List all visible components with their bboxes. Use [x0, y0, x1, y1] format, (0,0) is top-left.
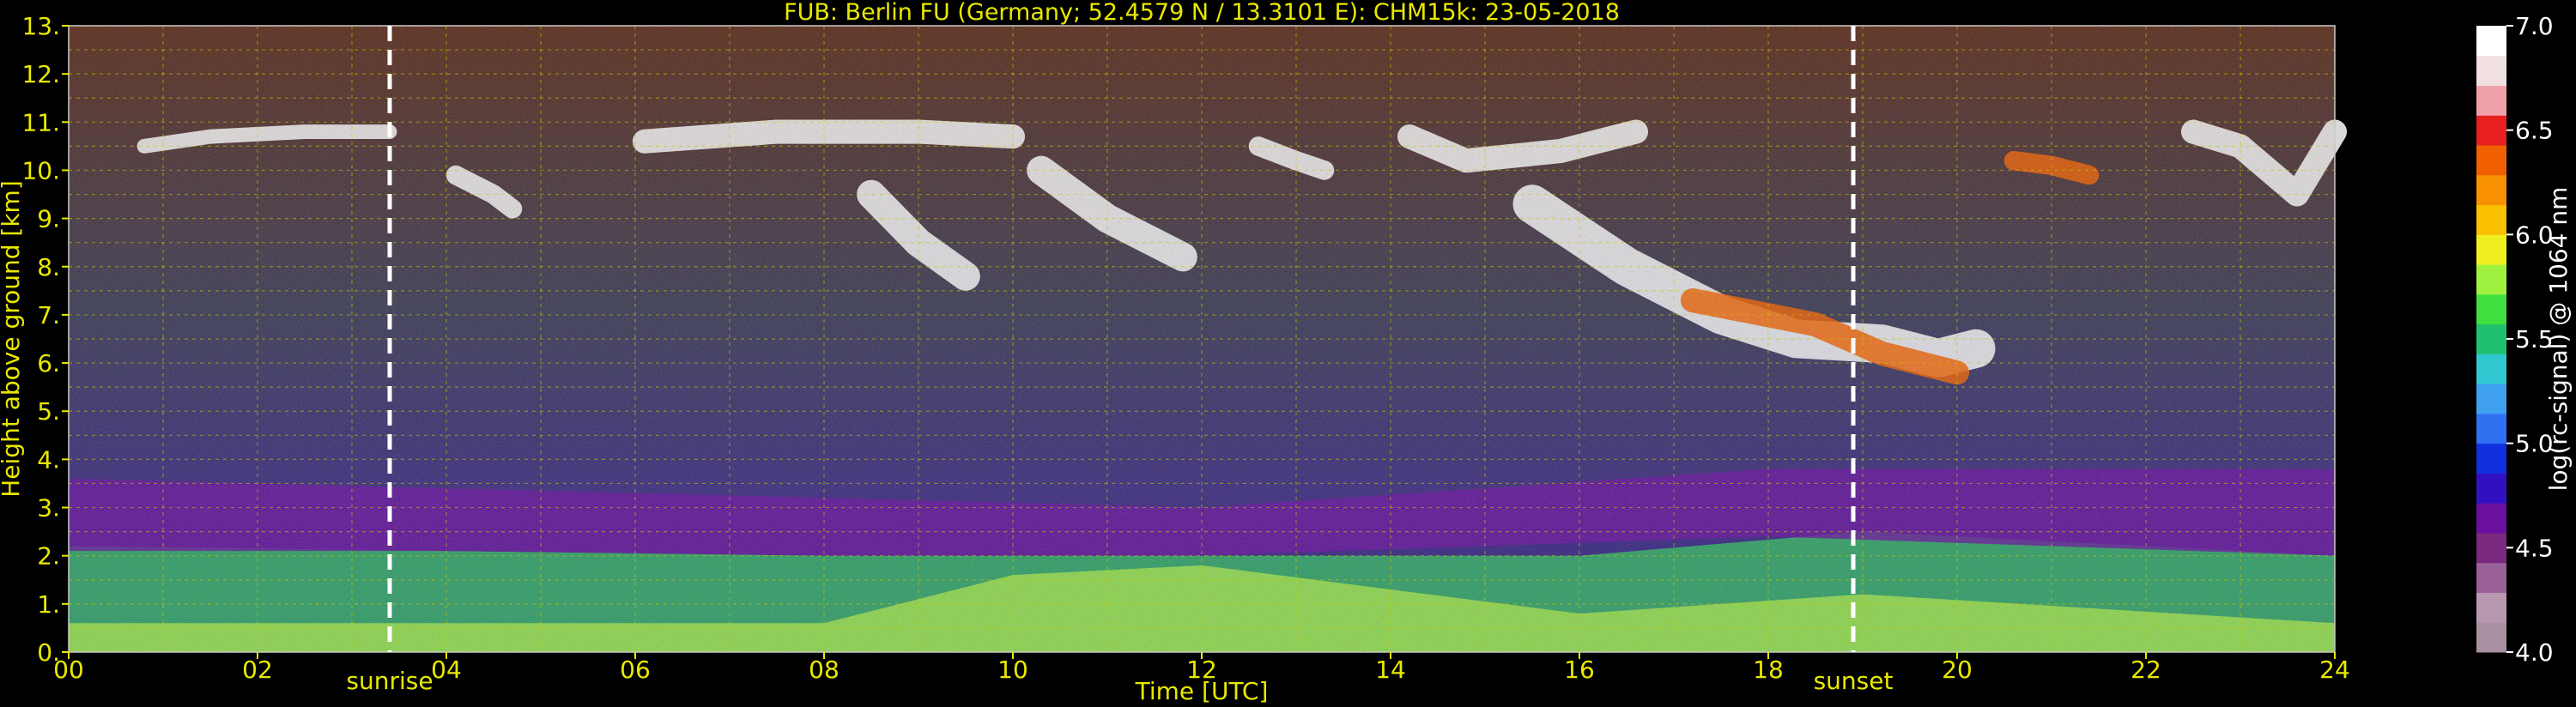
- colorbar-label: log(rc-signal) @ 1064 nm: [2544, 187, 2573, 492]
- y-tick-label: 3.: [37, 494, 60, 523]
- colorbar-segment: [2476, 503, 2506, 534]
- colorbar-segment: [2476, 55, 2506, 87]
- y-tick-label: 1.: [37, 590, 60, 619]
- colorbar-segment: [2476, 174, 2506, 206]
- x-tick-label: 16: [1564, 656, 1595, 684]
- lidar-chart: sunrise sunset 0.1.2.3.4.5.6.7.8.9.10.11.…: [0, 0, 2573, 705]
- colorbar-segment: [2476, 293, 2506, 325]
- colorbar-segment: [2476, 354, 2506, 384]
- colorbar-segment: [2476, 204, 2506, 235]
- colorbar-segment: [2476, 384, 2506, 414]
- x-tick-label: 06: [620, 656, 651, 684]
- x-tick-label: 02: [242, 656, 273, 684]
- y-tick-label: 6.: [37, 349, 60, 378]
- colorbar-segment: [2476, 622, 2506, 653]
- x-tick-label: 08: [809, 656, 839, 684]
- x-axis-label: Time [UTC]: [1135, 677, 1269, 705]
- colorbar-segment: [2476, 26, 2506, 57]
- y-tick-label: 9.: [37, 205, 60, 233]
- x-tick-label: 04: [431, 656, 462, 684]
- y-axis-ticks: 0.1.2.3.4.5.6.7.8.9.10.11.12.13.: [21, 12, 69, 667]
- event-label-sunrise: sunrise: [346, 667, 433, 695]
- y-tick-label: 2.: [37, 542, 60, 571]
- x-tick-label: 22: [2131, 656, 2161, 684]
- y-tick-label: 5.: [37, 397, 60, 426]
- x-tick-label: 10: [997, 656, 1028, 684]
- colorbar-tick-label: 4.5: [2515, 534, 2554, 562]
- colorbar-segment: [2476, 145, 2506, 176]
- y-tick-label: 8.: [37, 253, 60, 281]
- colorbar-tick-label: 7.0: [2515, 12, 2554, 40]
- colorbar-segment: [2476, 443, 2506, 474]
- event-label-sunset: sunset: [1814, 667, 1894, 695]
- colorbar-segment: [2476, 562, 2506, 593]
- y-tick-label: 4.: [37, 445, 60, 474]
- colorbar-segment: [2476, 115, 2506, 146]
- colorbar-tick-label: 4.0: [2515, 638, 2554, 667]
- colorbar-segment: [2476, 264, 2506, 295]
- y-tick-label: 10.: [21, 156, 60, 184]
- y-axis-label: Height above ground [km]: [0, 180, 25, 498]
- plot-area: sunrise sunset: [68, 25, 2348, 695]
- colorbar-segment: [2476, 413, 2506, 444]
- x-tick-label: 20: [1942, 656, 1973, 684]
- colorbar-segment: [2476, 85, 2506, 116]
- x-tick-label: 00: [53, 656, 84, 684]
- y-tick-label: 11.: [21, 108, 60, 136]
- colorbar-tick-label: 6.5: [2515, 117, 2554, 145]
- colorbar-segment: [2476, 323, 2506, 354]
- chart-title: FUB: Berlin FU (Germany; 52.4579 N / 13.…: [784, 0, 1620, 26]
- y-tick-label: 13.: [21, 12, 60, 40]
- x-tick-label: 14: [1375, 656, 1406, 684]
- x-tick-label: 18: [1753, 656, 1784, 684]
- x-tick-label: 24: [2319, 656, 2350, 684]
- colorbar-segment: [2476, 532, 2506, 564]
- colorbar-segment: [2476, 592, 2506, 623]
- y-tick-label: 7.: [37, 301, 60, 329]
- colorbar-segment: [2476, 234, 2506, 265]
- y-tick-label: 12.: [21, 60, 60, 88]
- colorbar: [2476, 26, 2506, 653]
- colorbar-segment: [2476, 473, 2506, 504]
